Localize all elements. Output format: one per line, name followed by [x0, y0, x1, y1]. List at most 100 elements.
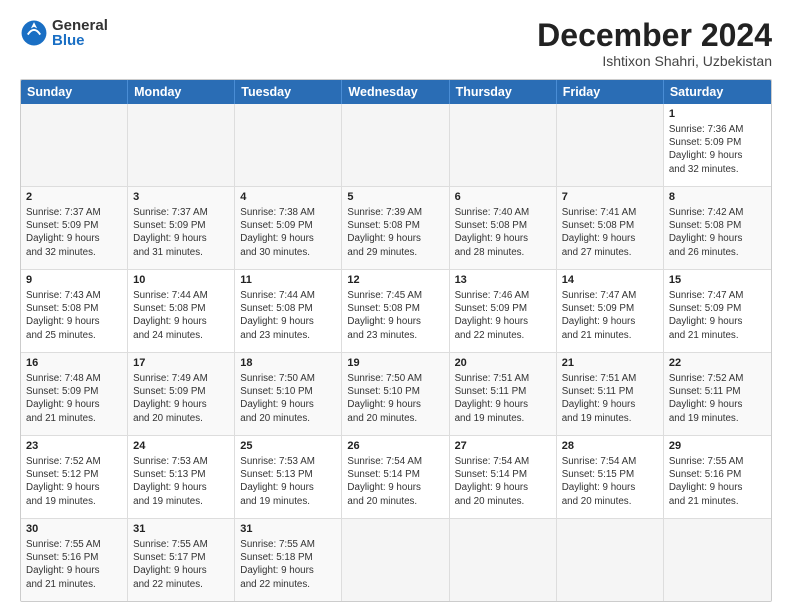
daylight-hours: Daylight: 9 hours [133, 565, 207, 576]
calendar-week-3: 9 Sunrise: 7:43 AM Sunset: 5:08 PM Daylight… [21, 269, 771, 352]
sunset: Sunset: 5:09 PM [669, 137, 741, 148]
calendar-cell: 27Sunrise: 7:54 AMSunset: 5:14 PMDayligh… [450, 436, 557, 518]
logo-text: General Blue [52, 18, 108, 48]
page-header: General Blue December 2024 Ishtixon Shah… [20, 18, 772, 69]
sunrise: Sunrise: 7:51 AM [562, 373, 637, 384]
sunset: Sunset: 5:10 PM [347, 386, 419, 397]
day-number: 21 [562, 356, 658, 371]
header-saturday: Saturday [664, 80, 771, 104]
sunrise: Sunrise: 7:53 AM [133, 456, 208, 467]
calendar-cell: 18Sunrise: 7:50 AMSunset: 5:10 PMDayligh… [235, 353, 342, 435]
sunset: Sunset: 5:16 PM [26, 552, 98, 563]
daylight-hours: Daylight: 9 hours [455, 399, 529, 410]
daylight-hours: Daylight: 9 hours [562, 482, 636, 493]
day-number: 10 [133, 273, 229, 288]
logo: General Blue [20, 18, 108, 48]
day-number: 9 [26, 273, 122, 288]
day-number: 26 [347, 439, 443, 454]
calendar-week-2: 2Sunrise: 7:37 AMSunset: 5:09 PMDaylight… [21, 186, 771, 269]
day-number: 3 [133, 190, 229, 205]
daylight-hours: Daylight: 9 hours [26, 399, 100, 410]
daylight-minutes: and 19 minutes. [240, 496, 310, 507]
daylight-hours: Daylight: 9 hours [133, 482, 207, 493]
calendar-cell: 15Sunrise: 7:47 AMSunset: 5:09 PMDayligh… [664, 270, 771, 352]
calendar-cell: 11Sunrise: 7:44 AMSunset: 5:08 PMDayligh… [235, 270, 342, 352]
day-number: 31 [240, 522, 336, 537]
sunrise: Sunrise: 7:40 AM [455, 207, 530, 218]
sunrise: Sunrise: 7:53 AM [240, 456, 315, 467]
daylight-minutes: and 32 minutes. [26, 247, 96, 258]
daylight-hours: Daylight: 9 hours [669, 150, 743, 161]
calendar-cell [21, 104, 128, 186]
sunset: Sunset: 5:15 PM [562, 469, 634, 480]
sunset: Sunset: 5:17 PM [133, 552, 205, 563]
sunrise: Sunrise: 7:43 AM [26, 290, 101, 301]
sunrise: Sunrise: 7:37 AM [133, 207, 208, 218]
daylight-hours: Daylight: 9 hours [26, 233, 100, 244]
sunrise: Sunrise: 7:36 AM [669, 124, 744, 135]
sunrise: Sunrise: 7:49 AM [133, 373, 208, 384]
sunrise: Sunrise: 7:51 AM [455, 373, 530, 384]
calendar-cell: 30Sunrise: 7:55 AMSunset: 5:16 PMDayligh… [21, 519, 128, 601]
sunrise: Sunrise: 7:52 AM [669, 373, 744, 384]
sunset: Sunset: 5:08 PM [455, 220, 527, 231]
sunrise: Sunrise: 7:46 AM [455, 290, 530, 301]
daylight-hours: Daylight: 9 hours [669, 482, 743, 493]
daylight-minutes: and 20 minutes. [240, 413, 310, 424]
daylight-minutes: and 21 minutes. [669, 330, 739, 341]
header-friday: Friday [557, 80, 664, 104]
day-number: 1 [669, 107, 766, 122]
header-thursday: Thursday [450, 80, 557, 104]
header-sunday: Sunday [21, 80, 128, 104]
daylight-minutes: and 20 minutes. [347, 496, 417, 507]
daylight-minutes: and 19 minutes. [562, 413, 632, 424]
sunset: Sunset: 5:13 PM [240, 469, 312, 480]
logo-general: General [52, 18, 108, 33]
daylight-hours: Daylight: 9 hours [347, 399, 421, 410]
sunrise: Sunrise: 7:42 AM [669, 207, 744, 218]
daylight-hours: Daylight: 9 hours [669, 399, 743, 410]
sunrise: Sunrise: 7:41 AM [562, 207, 637, 218]
header-monday: Monday [128, 80, 235, 104]
sunrise: Sunrise: 7:39 AM [347, 207, 422, 218]
daylight-hours: Daylight: 9 hours [669, 316, 743, 327]
daylight-hours: Daylight: 9 hours [455, 482, 529, 493]
sunrise: Sunrise: 7:55 AM [240, 539, 315, 550]
daylight-hours: Daylight: 9 hours [240, 233, 314, 244]
sunset: Sunset: 5:14 PM [455, 469, 527, 480]
sunset: Sunset: 5:09 PM [26, 220, 98, 231]
sunset: Sunset: 5:08 PM [133, 303, 205, 314]
calendar-page: General Blue December 2024 Ishtixon Shah… [0, 0, 792, 612]
sunrise: Sunrise: 7:47 AM [669, 290, 744, 301]
sunset: Sunset: 5:09 PM [455, 303, 527, 314]
daylight-minutes: and 26 minutes. [669, 247, 739, 258]
sunrise: Sunrise: 7:38 AM [240, 207, 315, 218]
sunrise: Sunrise: 7:55 AM [669, 456, 744, 467]
calendar-cell: 24Sunrise: 7:53 AMSunset: 5:13 PMDayligh… [128, 436, 235, 518]
sunset: Sunset: 5:09 PM [26, 386, 98, 397]
calendar-cell: 31Sunrise: 7:55 AMSunset: 5:17 PMDayligh… [128, 519, 235, 601]
sunset: Sunset: 5:10 PM [240, 386, 312, 397]
daylight-minutes: and 21 minutes. [26, 413, 96, 424]
day-number: 4 [240, 190, 336, 205]
daylight-hours: Daylight: 9 hours [133, 316, 207, 327]
daylight-minutes: and 20 minutes. [562, 496, 632, 507]
day-number: 25 [240, 439, 336, 454]
sunrise: Sunrise: 7:50 AM [240, 373, 315, 384]
day-number: 16 [26, 356, 122, 371]
calendar-cell: 29 Sunrise: 7:55 AM Sunset: 5:16 PM Dayligh… [664, 436, 771, 518]
calendar-cell: 20Sunrise: 7:51 AMSunset: 5:11 PMDayligh… [450, 353, 557, 435]
calendar-week-1: 1 Sunrise: 7:36 AM Sunset: 5:09 PM Daylight… [21, 104, 771, 186]
day-number: 29 [669, 439, 766, 454]
sunset: Sunset: 5:16 PM [669, 469, 741, 480]
daylight-minutes: and 20 minutes. [455, 496, 525, 507]
sunrise: Sunrise: 7:52 AM [26, 456, 101, 467]
calendar-cell: 13Sunrise: 7:46 AMSunset: 5:09 PMDayligh… [450, 270, 557, 352]
daylight-minutes: and 23 minutes. [347, 330, 417, 341]
daylight-hours: Daylight: 9 hours [669, 233, 743, 244]
daylight-minutes: and 25 minutes. [26, 330, 96, 341]
sunset: Sunset: 5:08 PM [347, 220, 419, 231]
calendar-cell [342, 104, 449, 186]
daylight-hours: Daylight: 9 hours [562, 233, 636, 244]
sunrise: Sunrise: 7:45 AM [347, 290, 422, 301]
